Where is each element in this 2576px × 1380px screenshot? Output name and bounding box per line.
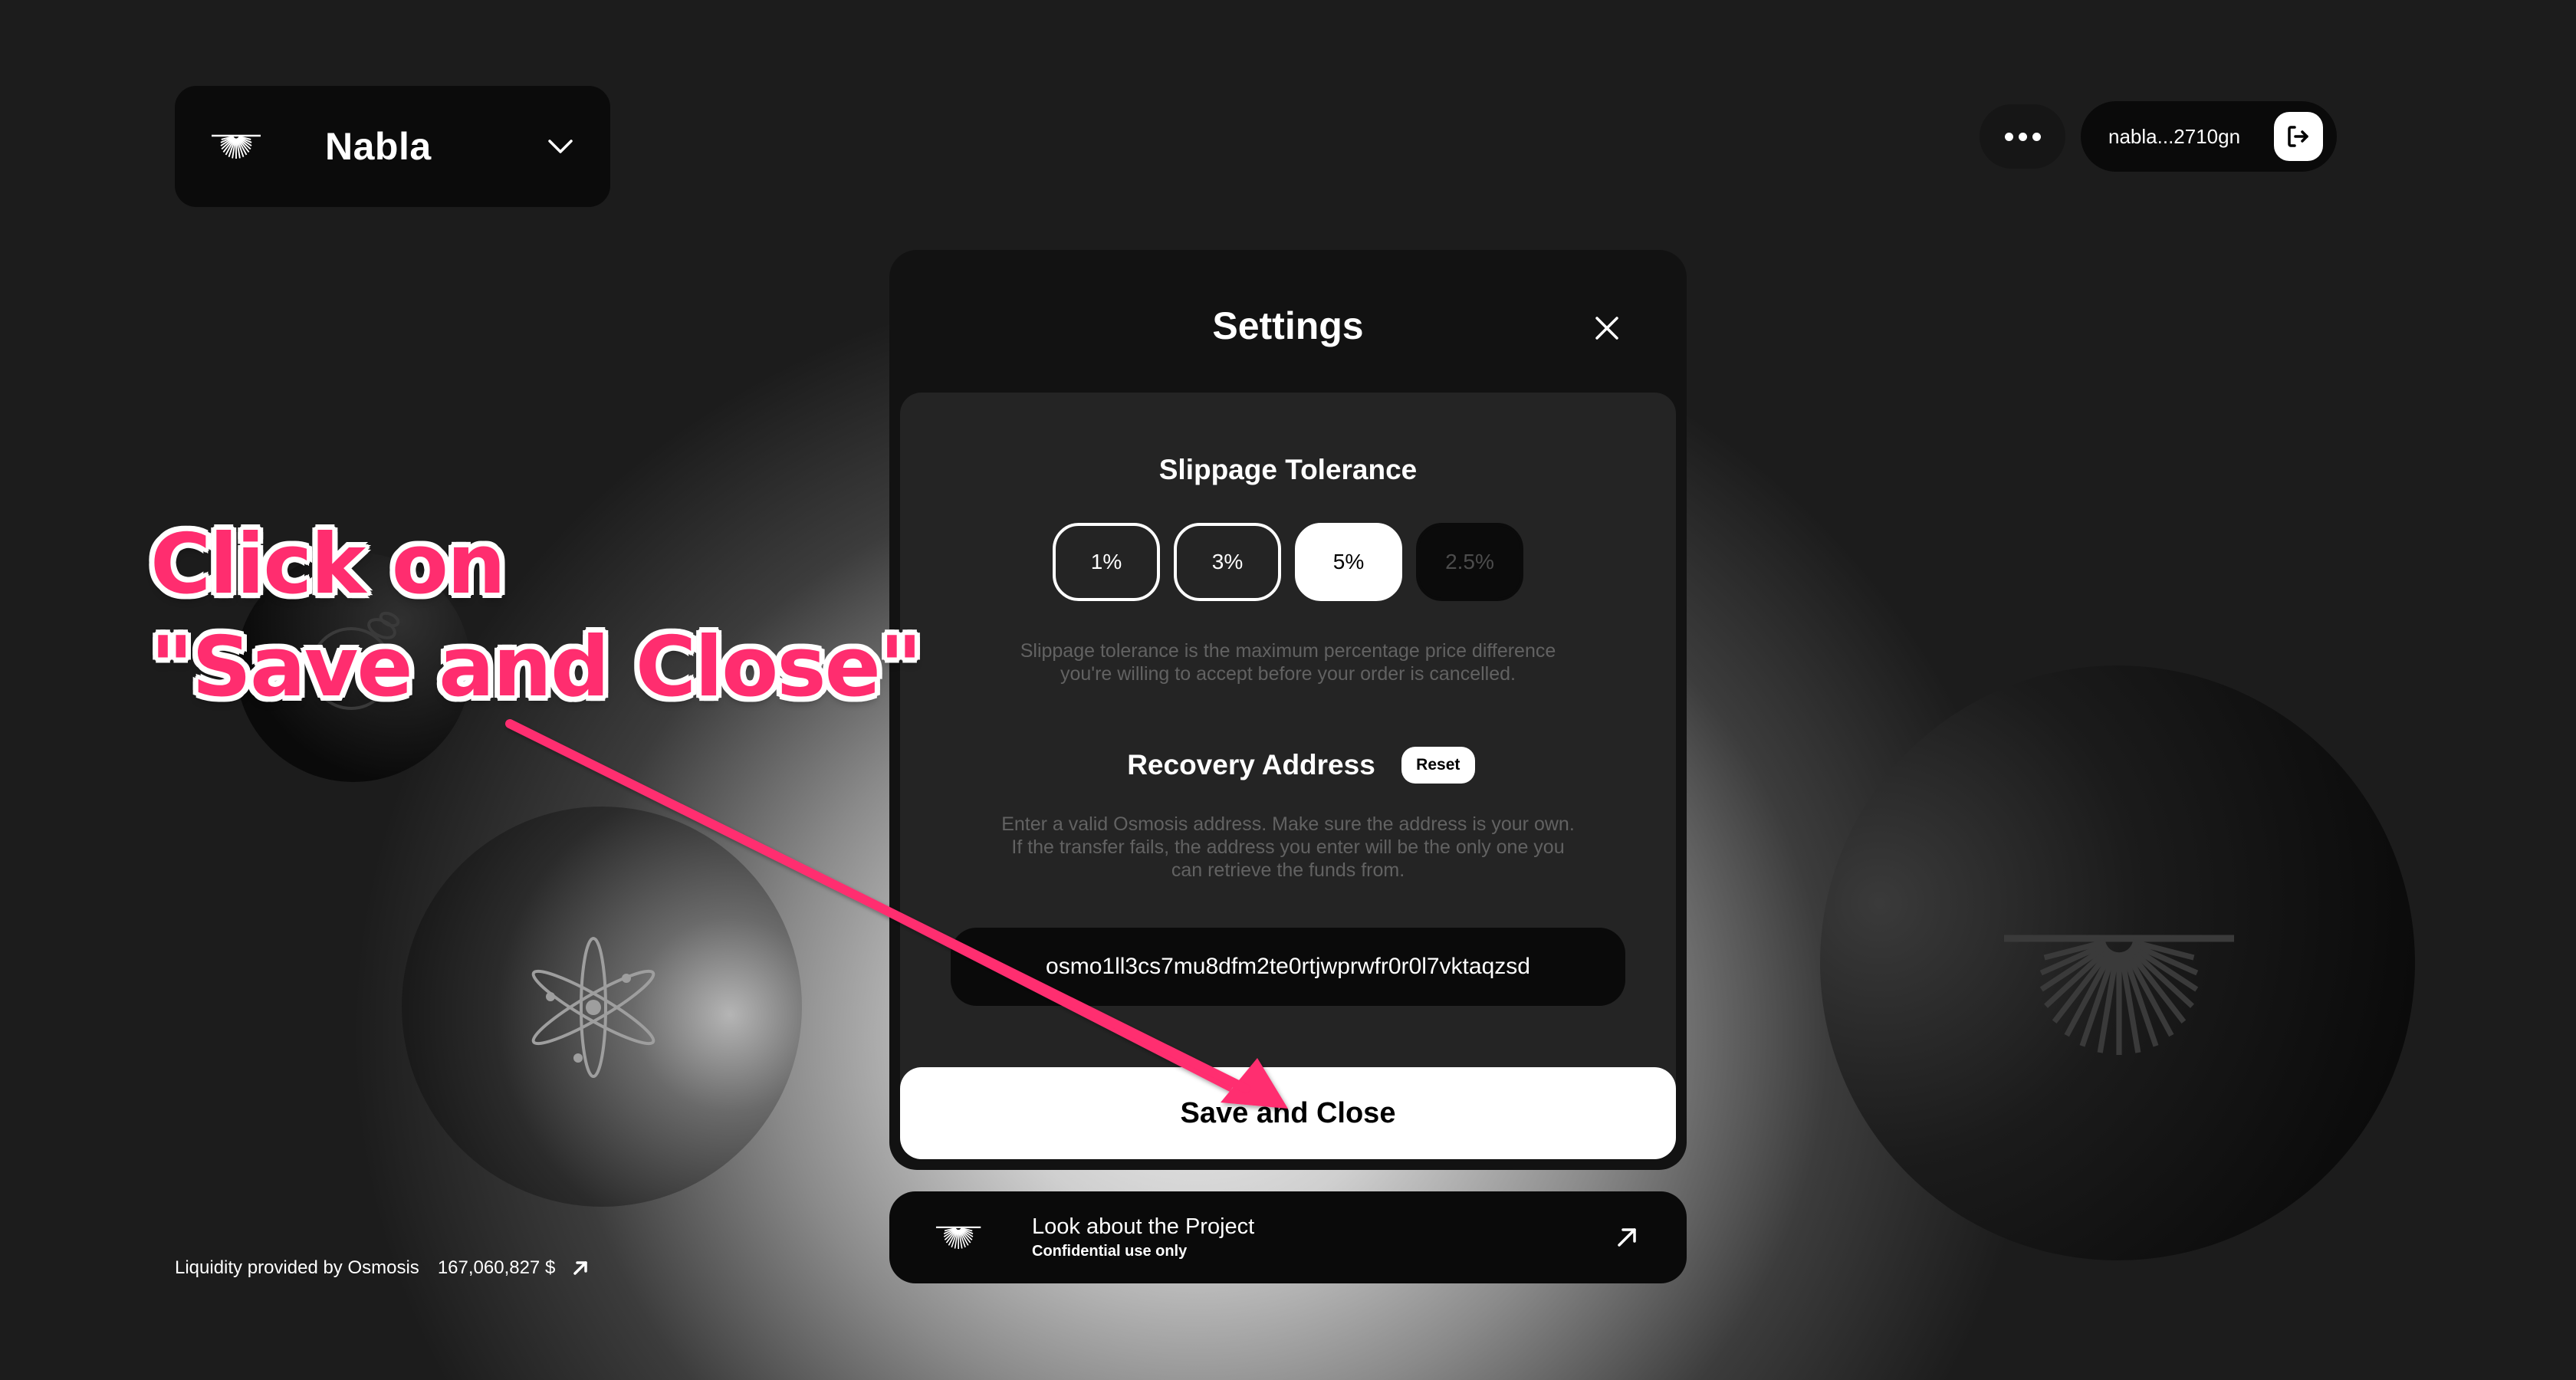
nabla-token-circle — [1820, 665, 2415, 1260]
nabla-logo-icon — [212, 134, 261, 159]
wallet-address[interactable]: nabla...2710gn — [2108, 125, 2240, 149]
slippage-help-line: Slippage tolerance is the maximum percen… — [1020, 640, 1556, 662]
recovery-help-line: Enter a valid Osmosis address. Make sure… — [1001, 813, 1575, 835]
slippage-options: 1% 3% 5% 2.5% — [900, 523, 1676, 601]
slippage-title: Slippage Tolerance — [1158, 454, 1418, 485]
slippage-option-3[interactable]: 3% — [1174, 523, 1281, 601]
more-options-button[interactable] — [1980, 104, 2065, 169]
recovery-help-line: can retrieve the funds from. — [1171, 859, 1405, 881]
slippage-help-line: you're willing to accept before your ord… — [1060, 663, 1516, 685]
nabla-logo-icon — [935, 1226, 981, 1250]
liquidity-amount: 167,060,827 $ — [437, 1257, 556, 1278]
slippage-option-1[interactable]: 1% — [1053, 523, 1160, 601]
project-selector[interactable]: Nabla — [175, 86, 610, 207]
close-icon[interactable] — [1593, 314, 1621, 342]
arrow-up-right-icon[interactable] — [572, 1260, 589, 1276]
annotation-text: Click on "Save and Close" — [150, 514, 922, 719]
chevron-down-icon — [548, 140, 573, 153]
slippage-help-text: Slippage tolerance is the maximum percen… — [946, 639, 1630, 685]
modal-title: Settings — [1212, 304, 1364, 347]
arrow-up-right-icon — [1618, 1228, 1636, 1247]
nabla-logo-icon — [2004, 935, 2234, 1055]
liquidity-info: Liquidity provided by Osmosis 167,060,82… — [175, 1257, 589, 1279]
project-card-subtitle: Confidential use only — [1032, 1243, 1188, 1260]
recovery-help-line: If the transfer fails, the address you e… — [1011, 836, 1565, 858]
slippage-option-5[interactable]: 5% — [1295, 523, 1402, 601]
recovery-header: Recovery Address Reset — [900, 747, 1676, 784]
cosmos-token-circle — [402, 807, 802, 1207]
settings-panel: Slippage Tolerance 1% 3% 5% 2.5% Slippag… — [900, 393, 1676, 1159]
settings-modal: Settings Slippage Tolerance 1% 3% 5% 2.5… — [889, 250, 1687, 1170]
reset-button[interactable]: Reset — [1401, 747, 1475, 784]
wallet-pill: nabla...2710gn — [2081, 101, 2337, 172]
recovery-address-input[interactable]: osmo1ll3cs7mu8dfm2te0rtjwprwfr0r0l7vktaq… — [951, 928, 1625, 1006]
project-name: Nabla — [325, 125, 432, 168]
recovery-title: Recovery Address — [1127, 749, 1375, 780]
logout-icon — [2288, 126, 2308, 147]
save-and-close-button[interactable]: Save and Close — [900, 1067, 1676, 1159]
liquidity-label: Liquidity provided by Osmosis — [175, 1257, 419, 1278]
annotation-line: "Save and Close" — [150, 619, 922, 715]
more-horizontal-icon — [2004, 132, 2041, 141]
recovery-help-text: Enter a valid Osmosis address. Make sure… — [946, 813, 1630, 882]
logout-button[interactable] — [2274, 112, 2323, 161]
annotation-line: Click on — [150, 517, 506, 613]
slippage-custom-input[interactable]: 2.5% — [1416, 523, 1523, 601]
cosmos-atom-icon — [531, 937, 656, 1078]
project-card-title: Look about the Project — [1032, 1214, 1255, 1239]
project-info-card[interactable]: Look about the Project Confidential use … — [889, 1191, 1687, 1283]
